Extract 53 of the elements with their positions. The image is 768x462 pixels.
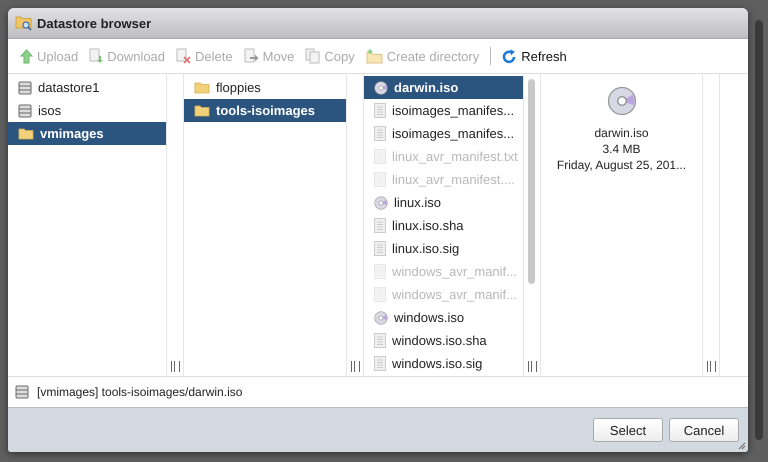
selected-path: [vmimages] tools-isoimages/darwin.iso [37, 385, 242, 399]
datastore-item[interactable]: isos [8, 99, 166, 122]
document-icon [374, 218, 386, 233]
file-item[interactable]: linux.iso [364, 191, 523, 214]
resize-handle-icon[interactable] [738, 442, 746, 450]
cancel-button[interactable]: Cancel [669, 418, 739, 442]
folder-icon [194, 81, 210, 94]
folder-icon [194, 104, 210, 117]
file-item[interactable]: isoimages_manifes... [364, 99, 523, 122]
datastore-icon [18, 104, 32, 118]
file-date: Friday, August 25, 201... [556, 158, 686, 172]
file-name: darwin.iso [594, 126, 649, 140]
folder-search-icon [15, 15, 33, 31]
document-icon [374, 103, 386, 118]
folder-item[interactable]: tools-isoimages [184, 99, 346, 122]
download-icon [89, 48, 104, 64]
toolbar-button[interactable]: Refresh [502, 48, 567, 64]
document-icon [374, 333, 386, 348]
resize-grip-icon[interactable] [706, 361, 716, 372]
disc-icon [606, 86, 636, 116]
delete-icon [176, 48, 192, 64]
file-item[interactable]: darwin.iso [364, 76, 523, 99]
file-item[interactable]: windows.iso.sig [364, 352, 523, 375]
datastore-item[interactable]: datastore1 [8, 76, 166, 99]
refresh-icon [502, 48, 518, 64]
file-size: 3.4 MB [602, 142, 640, 156]
document-icon [374, 356, 386, 371]
disc-icon [374, 310, 388, 324]
resize-grip-icon[interactable] [350, 361, 360, 372]
scrollbar-thumb[interactable] [528, 79, 535, 284]
document-icon [374, 241, 386, 256]
file-item[interactable]: linux.iso.sig [364, 237, 523, 260]
up-arrow-icon [20, 48, 33, 64]
file-item[interactable]: linux.iso.sha [364, 214, 523, 237]
datastore-item[interactable]: vmimages [8, 122, 166, 145]
window-title: Datastore browser [37, 16, 152, 30]
file-item[interactable]: isoimages_manifes... [364, 122, 523, 145]
move-icon [244, 48, 259, 64]
folder-icon [18, 127, 34, 140]
document-icon [374, 126, 386, 141]
page-scrollbar[interactable] [755, 20, 763, 440]
select-button[interactable]: Select [593, 418, 663, 442]
datastore-icon [15, 385, 29, 399]
new-folder-icon [366, 48, 383, 64]
copy-icon [305, 48, 320, 64]
disc-icon [374, 196, 388, 210]
datastore-icon [18, 80, 32, 94]
folder-item[interactable]: floppies [184, 76, 346, 99]
resize-grip-icon[interactable] [170, 361, 180, 372]
disc-icon [374, 80, 388, 94]
file-item[interactable]: windows.iso [364, 306, 523, 329]
file-item[interactable]: windows.iso.sha [364, 329, 523, 352]
resize-grip-icon[interactable] [528, 361, 536, 372]
